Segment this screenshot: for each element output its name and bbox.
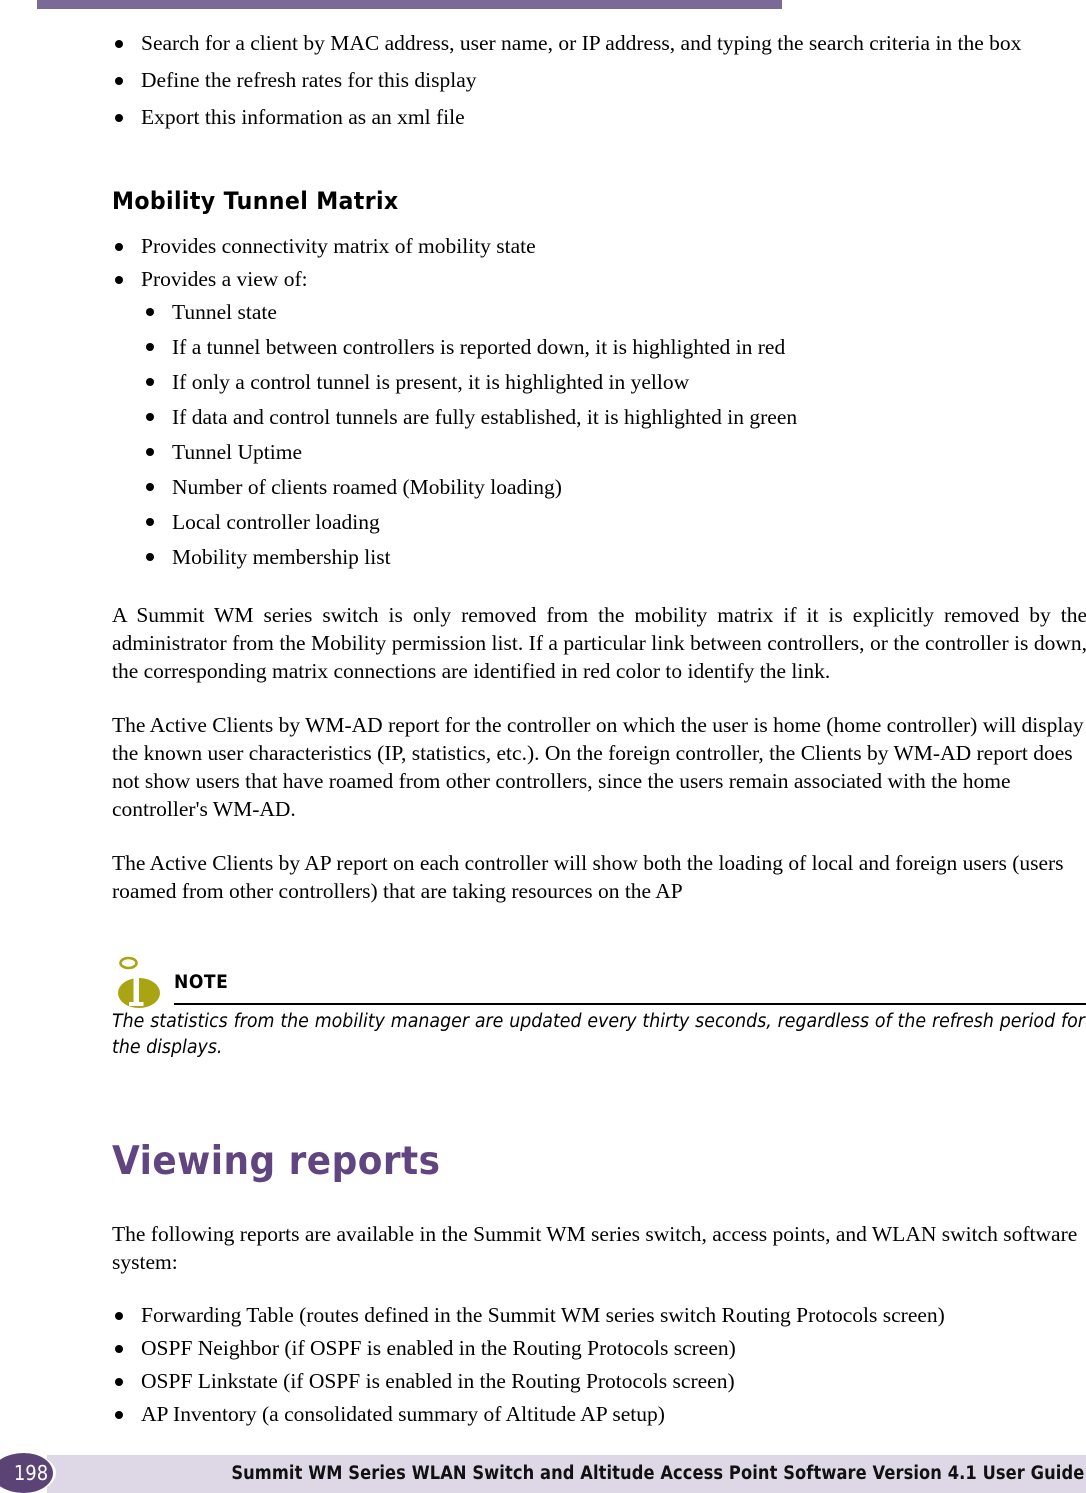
paragraph-reports-intro: The following reports are available in t… bbox=[112, 1222, 1078, 1274]
bullet-icon bbox=[146, 483, 154, 491]
paragraph-mobility-matrix-removal: A Summit WM series switch is only remove… bbox=[112, 603, 1086, 683]
bullet-icon bbox=[115, 243, 123, 251]
list-item: Tunnel state bbox=[144, 299, 1086, 326]
list-item-label: Local controller loading bbox=[172, 510, 380, 534]
list-item: Search for a client by MAC address, user… bbox=[112, 30, 1086, 57]
list-item: Define the refresh rates for this displa… bbox=[112, 67, 1086, 94]
note-callout: NOTE The statistics from the mobility ma… bbox=[112, 956, 1086, 1061]
list-item-label: If only a control tunnel is present, it … bbox=[172, 370, 690, 394]
mobility-bullet-list: Provides connectivity matrix of mobility… bbox=[112, 233, 1086, 293]
content-column: Search for a client by MAC address, user… bbox=[112, 30, 1086, 1434]
intro-bullet-list: Search for a client by MAC address, user… bbox=[112, 30, 1086, 131]
list-item-label: Mobility membership list bbox=[172, 545, 391, 569]
list-item-label: AP Inventory (a consolidated summary of … bbox=[141, 1402, 665, 1426]
list-item-label: Export this information as an xml file bbox=[141, 105, 465, 129]
note-body-text: The statistics from the mobility manager… bbox=[112, 1011, 1085, 1058]
bullet-icon bbox=[115, 1345, 123, 1353]
list-item: Number of clients roamed (Mobility loadi… bbox=[144, 474, 1086, 501]
list-item: OSPF Neighbor (if OSPF is enabled in the… bbox=[112, 1335, 1086, 1362]
list-item-label: If a tunnel between controllers is repor… bbox=[172, 335, 786, 359]
list-item: If data and control tunnels are fully es… bbox=[144, 404, 1086, 431]
list-item: Local controller loading bbox=[144, 509, 1086, 536]
mobility-sub-bullet-list: Tunnel state If a tunnel between control… bbox=[144, 299, 1086, 571]
paragraph-active-clients-wmad: The Active Clients by WM-AD report for t… bbox=[112, 713, 1084, 821]
list-item-label: If data and control tunnels are fully es… bbox=[172, 405, 798, 429]
note-label: NOTE bbox=[174, 971, 229, 993]
list-item: OSPF Linkstate (if OSPF is enabled in th… bbox=[112, 1368, 1086, 1395]
bullet-icon bbox=[146, 413, 154, 421]
list-item: Mobility membership list bbox=[144, 544, 1086, 571]
page-title: Viewing reports bbox=[112, 1139, 441, 1184]
list-item-label: Tunnel Uptime bbox=[172, 440, 303, 464]
bullet-icon bbox=[115, 276, 123, 284]
info-icon bbox=[117, 955, 169, 1011]
section-heading-mobility-tunnel-matrix: Mobility Tunnel Matrix bbox=[112, 187, 399, 215]
note-header: NOTE bbox=[112, 956, 1086, 1009]
list-item: Export this information as an xml file bbox=[112, 104, 1086, 131]
page-footer: 198 Summit WM Series WLAN Switch and Alt… bbox=[0, 1453, 1086, 1493]
list-item: Forwarding Table (routes defined in the … bbox=[112, 1302, 1086, 1329]
bullet-icon bbox=[115, 1312, 123, 1320]
bullet-icon bbox=[115, 1378, 123, 1386]
list-item: If a tunnel between controllers is repor… bbox=[144, 334, 1086, 361]
bullet-icon bbox=[146, 448, 154, 456]
page-top-rule bbox=[37, 0, 782, 9]
list-item-label: Search for a client by MAC address, user… bbox=[141, 31, 1022, 55]
list-item-label: OSPF Linkstate (if OSPF is enabled in th… bbox=[141, 1369, 735, 1393]
list-item-label: Forwarding Table (routes defined in the … bbox=[141, 1303, 945, 1327]
footer-document-title: Summit WM Series WLAN Switch and Altitud… bbox=[230, 1463, 1084, 1484]
bullet-icon bbox=[146, 553, 154, 561]
bullet-icon bbox=[146, 308, 154, 316]
list-item: If only a control tunnel is present, it … bbox=[144, 369, 1086, 396]
list-item-label: Number of clients roamed (Mobility loadi… bbox=[172, 475, 562, 499]
reports-bullet-list: Forwarding Table (routes defined in the … bbox=[112, 1302, 1086, 1428]
paragraph-active-clients-ap: The Active Clients by AP report on each … bbox=[112, 851, 1064, 903]
bullet-icon bbox=[115, 1411, 123, 1419]
bullet-icon bbox=[146, 378, 154, 386]
bullet-icon bbox=[146, 343, 154, 351]
list-item: Tunnel Uptime bbox=[144, 439, 1086, 466]
list-item-label: Provides a view of: bbox=[141, 267, 308, 291]
page-number: 198 bbox=[13, 1461, 49, 1485]
list-item-label: OSPF Neighbor (if OSPF is enabled in the… bbox=[141, 1336, 736, 1360]
bullet-icon bbox=[115, 77, 123, 85]
bullet-icon bbox=[115, 40, 123, 48]
bullet-icon bbox=[115, 114, 123, 122]
list-item-label: Provides connectivity matrix of mobility… bbox=[141, 234, 536, 258]
list-item-label: Define the refresh rates for this displa… bbox=[141, 68, 477, 92]
bullet-icon bbox=[146, 518, 154, 526]
list-item: AP Inventory (a consolidated summary of … bbox=[112, 1401, 1086, 1428]
list-item: Provides connectivity matrix of mobility… bbox=[112, 233, 1086, 260]
note-divider bbox=[174, 1003, 1086, 1005]
list-item-label: Tunnel state bbox=[172, 300, 277, 324]
list-item: Provides a view of: bbox=[112, 266, 1086, 293]
